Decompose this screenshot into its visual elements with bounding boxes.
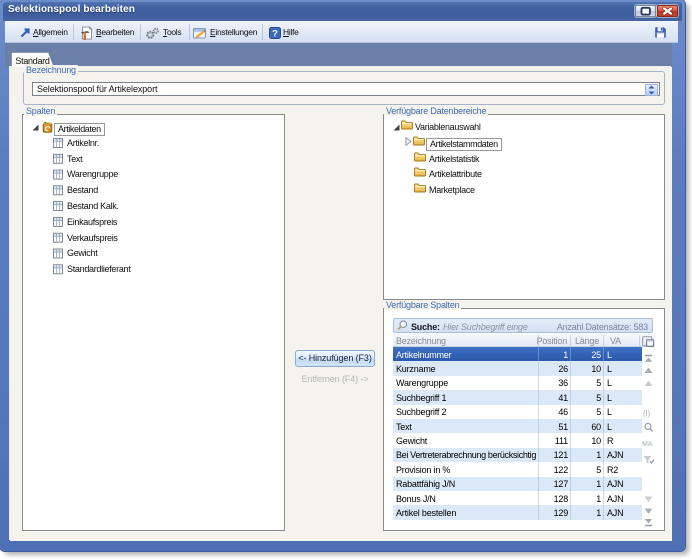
svg-text:?: ? bbox=[272, 28, 278, 39]
